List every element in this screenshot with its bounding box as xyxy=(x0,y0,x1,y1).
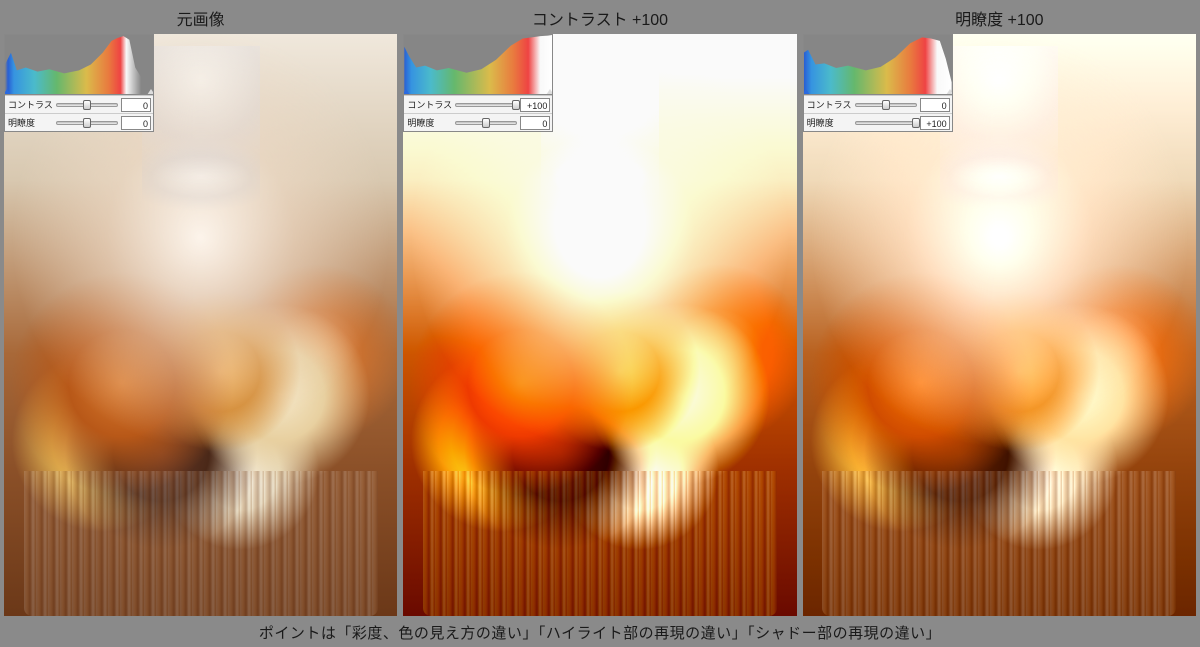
histogram-fill xyxy=(5,35,153,94)
panel-contrast: コントラスト +100 コントラスト xyxy=(403,0,796,616)
highlight-clip-marker xyxy=(546,89,552,95)
adjustment-overlay: コントラスト 0 明瞭度 +100 xyxy=(803,34,953,132)
panel-title: 明瞭度 +100 xyxy=(803,0,1196,34)
contrast-thumb[interactable] xyxy=(882,100,890,110)
histogram-fill xyxy=(804,35,952,94)
panel-title: 元画像 xyxy=(4,0,397,34)
clarity-value[interactable]: +100 xyxy=(920,116,950,130)
shadow-clip-marker xyxy=(404,89,410,95)
image-original: コントラスト 0 明瞭度 0 xyxy=(4,34,397,616)
panel-clarity: 明瞭度 +100 コントラスト xyxy=(803,0,1196,616)
contrast-value[interactable]: +100 xyxy=(520,98,550,112)
clarity-slider[interactable] xyxy=(455,121,517,125)
caption-text: ポイントは「彩度、色の見え方の違い」「ハイライト部の再現の違い」「シャドー部の再… xyxy=(0,616,1200,643)
contrast-value[interactable]: 0 xyxy=(920,98,950,112)
adjustment-overlay: コントラスト +100 明瞭度 0 xyxy=(403,34,553,132)
contrast-slider-row: コントラスト 0 xyxy=(5,95,153,113)
comparison-figure: 元画像 コントラスト xyxy=(0,0,1200,647)
clarity-thumb[interactable] xyxy=(83,118,91,128)
clarity-slider-row: 明瞭度 +100 xyxy=(804,113,952,131)
panels-row: 元画像 コントラスト xyxy=(0,0,1200,616)
histogram xyxy=(5,35,153,95)
contrast-slider-row: コントラスト +100 xyxy=(404,95,552,113)
highlight-clip-marker xyxy=(147,89,153,95)
glass-lid xyxy=(940,46,1058,221)
clarity-label: 明瞭度 xyxy=(804,116,852,129)
adjustment-overlay: コントラスト 0 明瞭度 0 xyxy=(4,34,154,132)
clarity-label: 明瞭度 xyxy=(404,116,452,129)
contrast-slider-row: コントラスト 0 xyxy=(804,95,952,113)
glass-lid xyxy=(541,46,659,221)
highlight-clip-marker xyxy=(946,89,952,95)
clarity-slider[interactable] xyxy=(855,121,917,125)
image-contrast: コントラスト +100 明瞭度 0 xyxy=(403,34,796,616)
contrast-label: コントラスト xyxy=(404,98,452,111)
contrast-slider[interactable] xyxy=(455,103,517,107)
image-clarity: コントラスト 0 明瞭度 +100 xyxy=(803,34,1196,616)
histogram-fill xyxy=(404,35,552,94)
glass-base xyxy=(822,471,1176,617)
panel-original: 元画像 コントラスト xyxy=(4,0,397,616)
clarity-label: 明瞭度 xyxy=(5,116,53,129)
contrast-thumb[interactable] xyxy=(83,100,91,110)
clarity-slider[interactable] xyxy=(56,121,118,125)
panel-title: コントラスト +100 xyxy=(403,0,796,34)
glass-base xyxy=(24,471,378,617)
clarity-thumb[interactable] xyxy=(912,118,920,128)
glass-lid xyxy=(142,46,260,221)
glass-base xyxy=(423,471,777,617)
contrast-thumb[interactable] xyxy=(512,100,520,110)
clarity-thumb[interactable] xyxy=(482,118,490,128)
contrast-label: コントラスト xyxy=(5,98,53,111)
clarity-value[interactable]: 0 xyxy=(520,116,550,130)
histogram xyxy=(804,35,952,95)
contrast-label: コントラスト xyxy=(804,98,852,111)
contrast-value[interactable]: 0 xyxy=(121,98,151,112)
contrast-slider[interactable] xyxy=(56,103,118,107)
contrast-slider[interactable] xyxy=(855,103,917,107)
histogram xyxy=(404,35,552,95)
clarity-slider-row: 明瞭度 0 xyxy=(5,113,153,131)
clarity-value[interactable]: 0 xyxy=(121,116,151,130)
clarity-slider-row: 明瞭度 0 xyxy=(404,113,552,131)
shadow-clip-marker xyxy=(5,89,11,95)
shadow-clip-marker xyxy=(804,89,810,95)
